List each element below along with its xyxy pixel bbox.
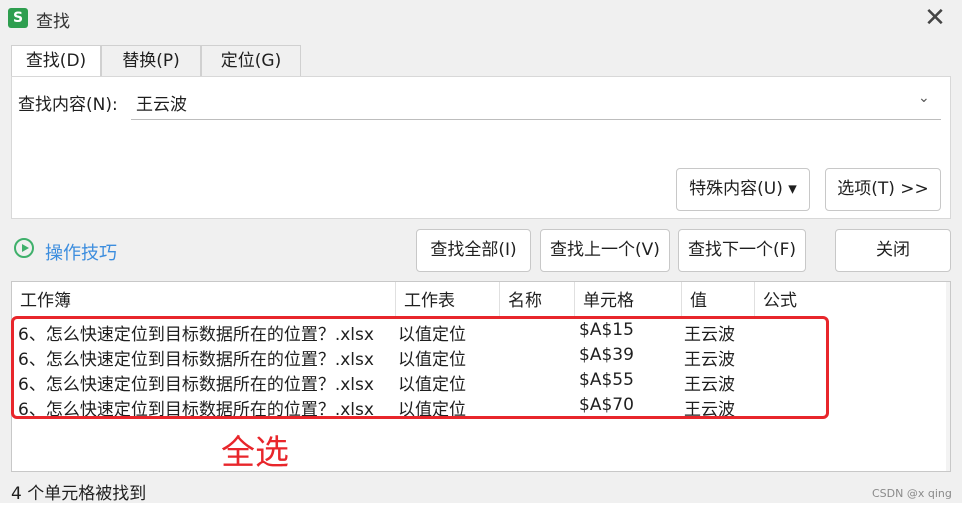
find-all-button[interactable]: 查找全部(I)	[416, 229, 531, 272]
column-header-workbook[interactable]: 工作簿	[12, 282, 396, 316]
close-button[interactable]: 关闭	[835, 229, 951, 272]
status-text: 4 个单元格被找到	[11, 484, 147, 504]
close-icon[interactable]: ✕	[918, 2, 952, 36]
column-header-sheet[interactable]: 工作表	[396, 282, 500, 316]
wps-app-icon: S	[8, 8, 28, 28]
tab-goto[interactable]: 定位(G)	[201, 45, 301, 76]
select-all-annotation: 全选	[221, 433, 289, 473]
tab-find[interactable]: 查找(D)	[11, 45, 101, 77]
column-header-formula[interactable]: 公式	[755, 282, 946, 316]
find-what-label: 查找内容(N):	[18, 95, 118, 115]
sheet-background-strip	[0, 503, 962, 510]
operation-tips-label[interactable]: 操作技巧	[45, 239, 117, 265]
selection-highlight-box	[11, 316, 829, 419]
chevron-down-icon[interactable]: ⌄	[918, 90, 930, 106]
find-dialog: S 查找 ✕ 查找(D) 替换(P) 定位(G) 查找内容(N): 王云波 ⌄ …	[0, 0, 962, 510]
window-title: 查找	[36, 12, 70, 32]
column-header-cell[interactable]: 单元格	[575, 282, 682, 316]
special-content-button[interactable]: 特殊内容(U) ▾	[676, 168, 810, 211]
find-previous-button[interactable]: 查找上一个(V)	[540, 229, 670, 272]
play-circle-icon	[14, 238, 34, 258]
column-header-value[interactable]: 值	[682, 282, 755, 316]
title-bar: S 查找 ✕	[0, 0, 962, 38]
results-scrollbar[interactable]	[946, 282, 950, 471]
column-header-name[interactable]: 名称	[500, 282, 575, 316]
find-what-value[interactable]: 王云波	[136, 90, 187, 115]
watermark: CSDN @x qing	[872, 487, 952, 500]
options-button[interactable]: 选项(T) >>	[825, 168, 941, 211]
tab-replace[interactable]: 替换(P)	[101, 45, 201, 76]
find-what-input[interactable]	[131, 84, 941, 120]
find-next-button[interactable]: 查找下一个(F)	[678, 229, 806, 272]
